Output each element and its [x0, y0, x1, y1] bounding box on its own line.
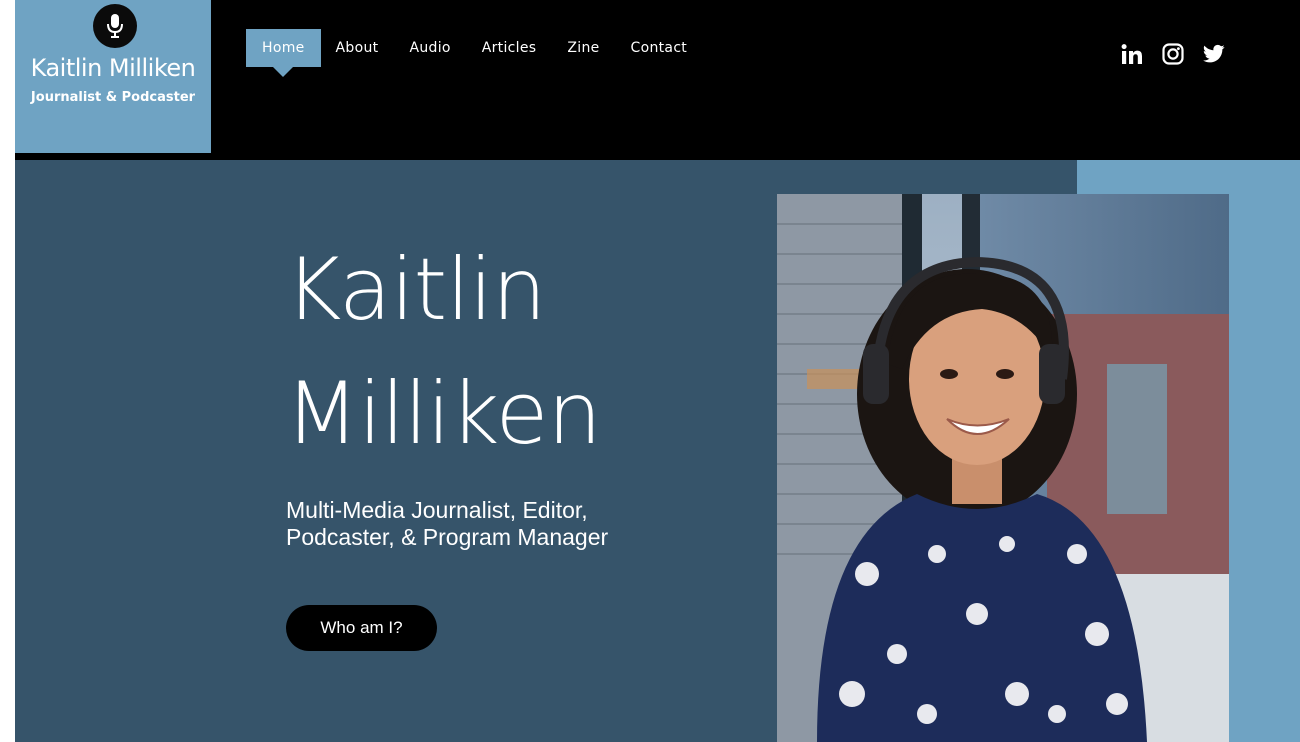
twitter-icon[interactable] — [1202, 42, 1226, 66]
portrait-image — [777, 194, 1229, 742]
nav-item-audio[interactable]: Audio — [409, 29, 450, 67]
who-am-i-button[interactable]: Who am I? — [286, 605, 437, 651]
hero-title-first: Kaitlin — [285, 240, 546, 340]
main-nav: Home About Audio Articles Zine Contact — [246, 29, 718, 77]
hero-title: Kaitlin Milliken — [285, 228, 602, 476]
social-links — [1120, 42, 1243, 66]
nav-item-contact[interactable]: Contact — [631, 29, 688, 67]
portrait-photo — [777, 194, 1229, 742]
nav-item-articles[interactable]: Articles — [482, 29, 537, 67]
linkedin-icon[interactable] — [1120, 42, 1144, 66]
hero-title-last: Milliken — [285, 364, 602, 464]
nav-item-zine[interactable]: Zine — [567, 29, 599, 67]
hero-subtitle: Multi-Media Journalist, Editor, Podcaste… — [286, 497, 706, 551]
hero-subtitle-line2: Podcaster, & Program Manager — [286, 524, 609, 550]
page: Kaitlin Milliken Journalist & Podcaster … — [15, 0, 1300, 742]
logo-name: Kaitlin Milliken — [30, 54, 196, 82]
nav-item-home[interactable]: Home — [246, 29, 321, 77]
nav-item-about[interactable]: About — [336, 29, 379, 67]
microphone-icon — [93, 4, 137, 48]
instagram-icon[interactable] — [1161, 42, 1185, 66]
site-logo[interactable]: Kaitlin Milliken Journalist & Podcaster — [15, 0, 211, 153]
hero-subtitle-line1: Multi-Media Journalist, Editor, — [286, 497, 588, 523]
site-header: Kaitlin Milliken Journalist & Podcaster … — [15, 0, 1300, 160]
logo-tagline: Journalist & Podcaster — [30, 90, 196, 105]
